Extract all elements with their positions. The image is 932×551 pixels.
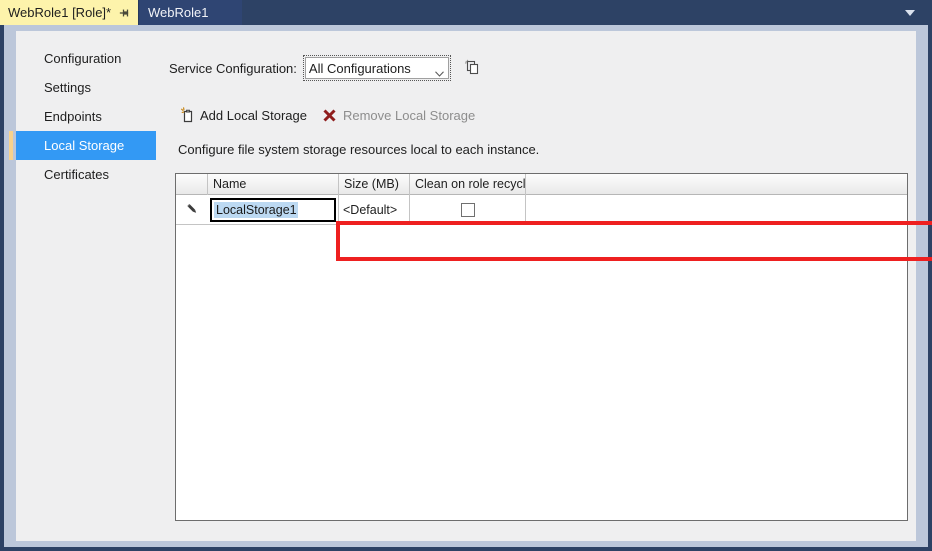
sidebar-item-label: Certificates <box>44 167 109 182</box>
sidebar-item-configuration[interactable]: Configuration <box>16 44 156 73</box>
add-document-icon <box>178 106 196 124</box>
sidebar-item-local-storage[interactable]: Local Storage <box>16 131 156 160</box>
clean-on-role-recycle-checkbox[interactable] <box>461 203 475 217</box>
tab-webrole1-role[interactable]: WebRole1 [Role]* <box>0 0 138 25</box>
cell-name[interactable]: LocalStorage1 <box>208 195 339 224</box>
role-designer-content: Configuration Settings Endpoints Local S… <box>16 31 916 541</box>
delete-x-icon <box>321 106 339 124</box>
service-configuration-label: Service Configuration: <box>169 61 297 76</box>
cell-filler <box>526 195 907 224</box>
tab-active-label: WebRole1 [Role]* <box>8 5 111 20</box>
grid-header-clean-on-role-recycle[interactable]: Clean on role recycle <box>410 174 526 195</box>
window-client-frame: Configuration Settings Endpoints Local S… <box>4 25 928 547</box>
sidebar-item-label: Local Storage <box>44 138 124 153</box>
tab-webrole1[interactable]: WebRole1 <box>138 0 242 25</box>
grid-header-gutter <box>176 174 208 195</box>
add-local-storage-label: Add Local Storage <box>200 108 307 123</box>
grid-header-row: Name Size (MB) Clean on role recycle <box>176 174 907 195</box>
grid-header-filler <box>526 174 907 195</box>
cell-size-mb[interactable]: <Default> <box>339 195 410 224</box>
add-local-storage-button[interactable]: Add Local Storage <box>178 104 307 126</box>
name-input[interactable]: LocalStorage1 <box>210 198 336 222</box>
tab-inactive-label: WebRole1 <box>148 5 208 20</box>
tab-strip: WebRole1 [Role]* <box>0 0 932 25</box>
visual-studio-role-designer-window: WebRole1 [Role]* <box>0 0 932 551</box>
copy-documents-icon[interactable] <box>463 58 483 78</box>
sidebar-item-label: Configuration <box>44 51 121 66</box>
grid-header-name[interactable]: Name <box>208 174 339 195</box>
sidebar: Configuration Settings Endpoints Local S… <box>16 31 156 541</box>
table-row[interactable]: LocalStorage1 <Default> <box>176 195 907 225</box>
chevron-down-icon[interactable] <box>898 0 922 25</box>
main-pane: Service Configuration: All Configuration… <box>156 31 916 541</box>
remove-local-storage-label: Remove Local Storage <box>343 108 475 123</box>
remove-local-storage-button[interactable]: Remove Local Storage <box>321 104 475 126</box>
service-configuration-row: Service Configuration: All Configuration… <box>169 56 483 80</box>
sidebar-item-certificates[interactable]: Certificates <box>16 160 156 189</box>
cell-clean-on-role-recycle[interactable] <box>410 195 526 224</box>
service-configuration-dropdown-wrapper[interactable]: All Configurations <box>305 57 449 79</box>
local-storage-description: Configure file system storage resources … <box>178 142 539 157</box>
sidebar-item-label: Endpoints <box>44 109 102 124</box>
pin-icon[interactable] <box>117 5 133 21</box>
pencil-edit-icon <box>185 202 200 217</box>
local-storage-toolbar: Add Local Storage Remove Local Storag <box>178 104 489 126</box>
name-input-value: LocalStorage1 <box>214 202 298 218</box>
grid-header-size[interactable]: Size (MB) <box>339 174 410 195</box>
service-configuration-select[interactable]: All Configurations <box>305 57 449 79</box>
sidebar-item-settings[interactable]: Settings <box>16 73 156 102</box>
sidebar-item-endpoints[interactable]: Endpoints <box>16 102 156 131</box>
sidebar-item-label: Settings <box>44 80 91 95</box>
row-edit-indicator <box>176 195 208 224</box>
local-storage-grid: Name Size (MB) Clean on role recycle <box>175 173 908 521</box>
